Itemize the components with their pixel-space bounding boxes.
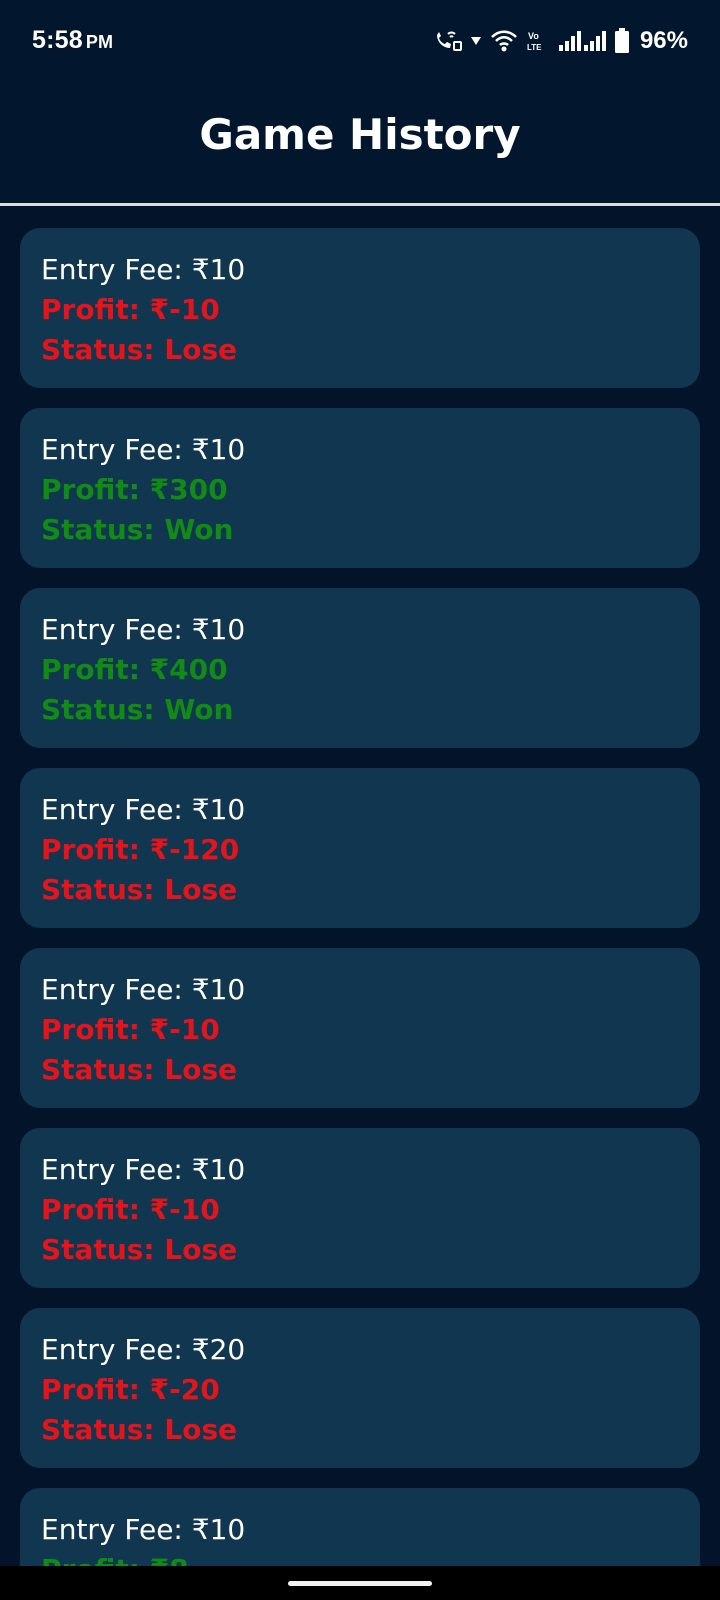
game-status: Status: Won xyxy=(41,693,234,726)
game-status: Status: Lose xyxy=(41,1233,238,1266)
home-gesture-handle[interactable] xyxy=(288,1581,432,1586)
history-card: Entry Fee: ₹10 Profit: ₹-10 Status: Lose xyxy=(20,948,700,1108)
profit: Profit: ₹-10 xyxy=(41,293,220,326)
battery-percent: 96% xyxy=(639,27,688,54)
wifi-icon xyxy=(490,29,518,53)
history-card: Entry Fee: ₹10 Profit: ₹-10 Status: Lose xyxy=(20,228,700,388)
game-status: Status: Won xyxy=(41,513,234,546)
data-arrow-icon xyxy=(470,35,482,47)
profit: Profit: ₹-20 xyxy=(41,1373,220,1406)
status-icons: Vo LTE 96% xyxy=(434,24,688,58)
profit: Profit: ₹-10 xyxy=(41,1013,220,1046)
history-card: Entry Fee: ₹10 Profit: ₹300 Status: Won xyxy=(20,408,700,568)
game-history-list[interactable]: Entry Fee: ₹10 Profit: ₹-10 Status: Lose… xyxy=(20,228,700,1566)
wifi-calling-icon xyxy=(434,30,462,52)
game-status: Status: Lose xyxy=(41,1053,238,1086)
battery-icon xyxy=(614,28,630,54)
history-card: Entry Fee: ₹10 Profit: ₹400 Status: Won xyxy=(20,588,700,748)
entry-fee: Entry Fee: ₹20 xyxy=(41,1333,246,1366)
navigation-bar xyxy=(0,1566,720,1600)
status-bar: 5:58 PM Vo LTE 96% xyxy=(0,0,720,82)
header-divider xyxy=(0,203,720,206)
entry-fee: Entry Fee: ₹10 xyxy=(41,1513,246,1546)
status-time-value: 5:58 xyxy=(32,26,83,54)
profit: Profit: ₹-120 xyxy=(41,833,240,866)
profit: Profit: ₹-10 xyxy=(41,1193,220,1226)
history-card: Entry Fee: ₹20 Profit: ₹-20 Status: Lose xyxy=(20,1308,700,1468)
profit: Profit: ₹400 xyxy=(41,653,228,686)
history-card: Entry Fee: ₹10 Profit: ₹8 xyxy=(20,1488,700,1566)
status-time: 5:58 PM xyxy=(32,26,113,55)
svg-text:LTE: LTE xyxy=(527,43,542,52)
game-status: Status: Lose xyxy=(41,333,238,366)
signal-icon xyxy=(558,30,606,52)
entry-fee: Entry Fee: ₹10 xyxy=(41,253,246,286)
profit: Profit: ₹300 xyxy=(41,473,228,506)
entry-fee: Entry Fee: ₹10 xyxy=(41,793,246,826)
game-status: Status: Lose xyxy=(41,1413,238,1446)
volte-icon: Vo LTE xyxy=(526,29,550,53)
game-status: Status: Lose xyxy=(41,873,238,906)
status-time-ampm: PM xyxy=(85,32,114,52)
entry-fee: Entry Fee: ₹10 xyxy=(41,1153,246,1186)
entry-fee: Entry Fee: ₹10 xyxy=(41,613,246,646)
history-card: Entry Fee: ₹10 Profit: ₹-10 Status: Lose xyxy=(20,1128,700,1288)
svg-text:Vo: Vo xyxy=(528,31,539,41)
entry-fee: Entry Fee: ₹10 xyxy=(41,433,246,466)
history-card: Entry Fee: ₹10 Profit: ₹-120 Status: Los… xyxy=(20,768,700,928)
page-title: Game History xyxy=(199,110,521,159)
entry-fee: Entry Fee: ₹10 xyxy=(41,973,246,1006)
profit: Profit: ₹8 xyxy=(41,1550,679,1566)
app-header: Game History xyxy=(0,82,720,204)
